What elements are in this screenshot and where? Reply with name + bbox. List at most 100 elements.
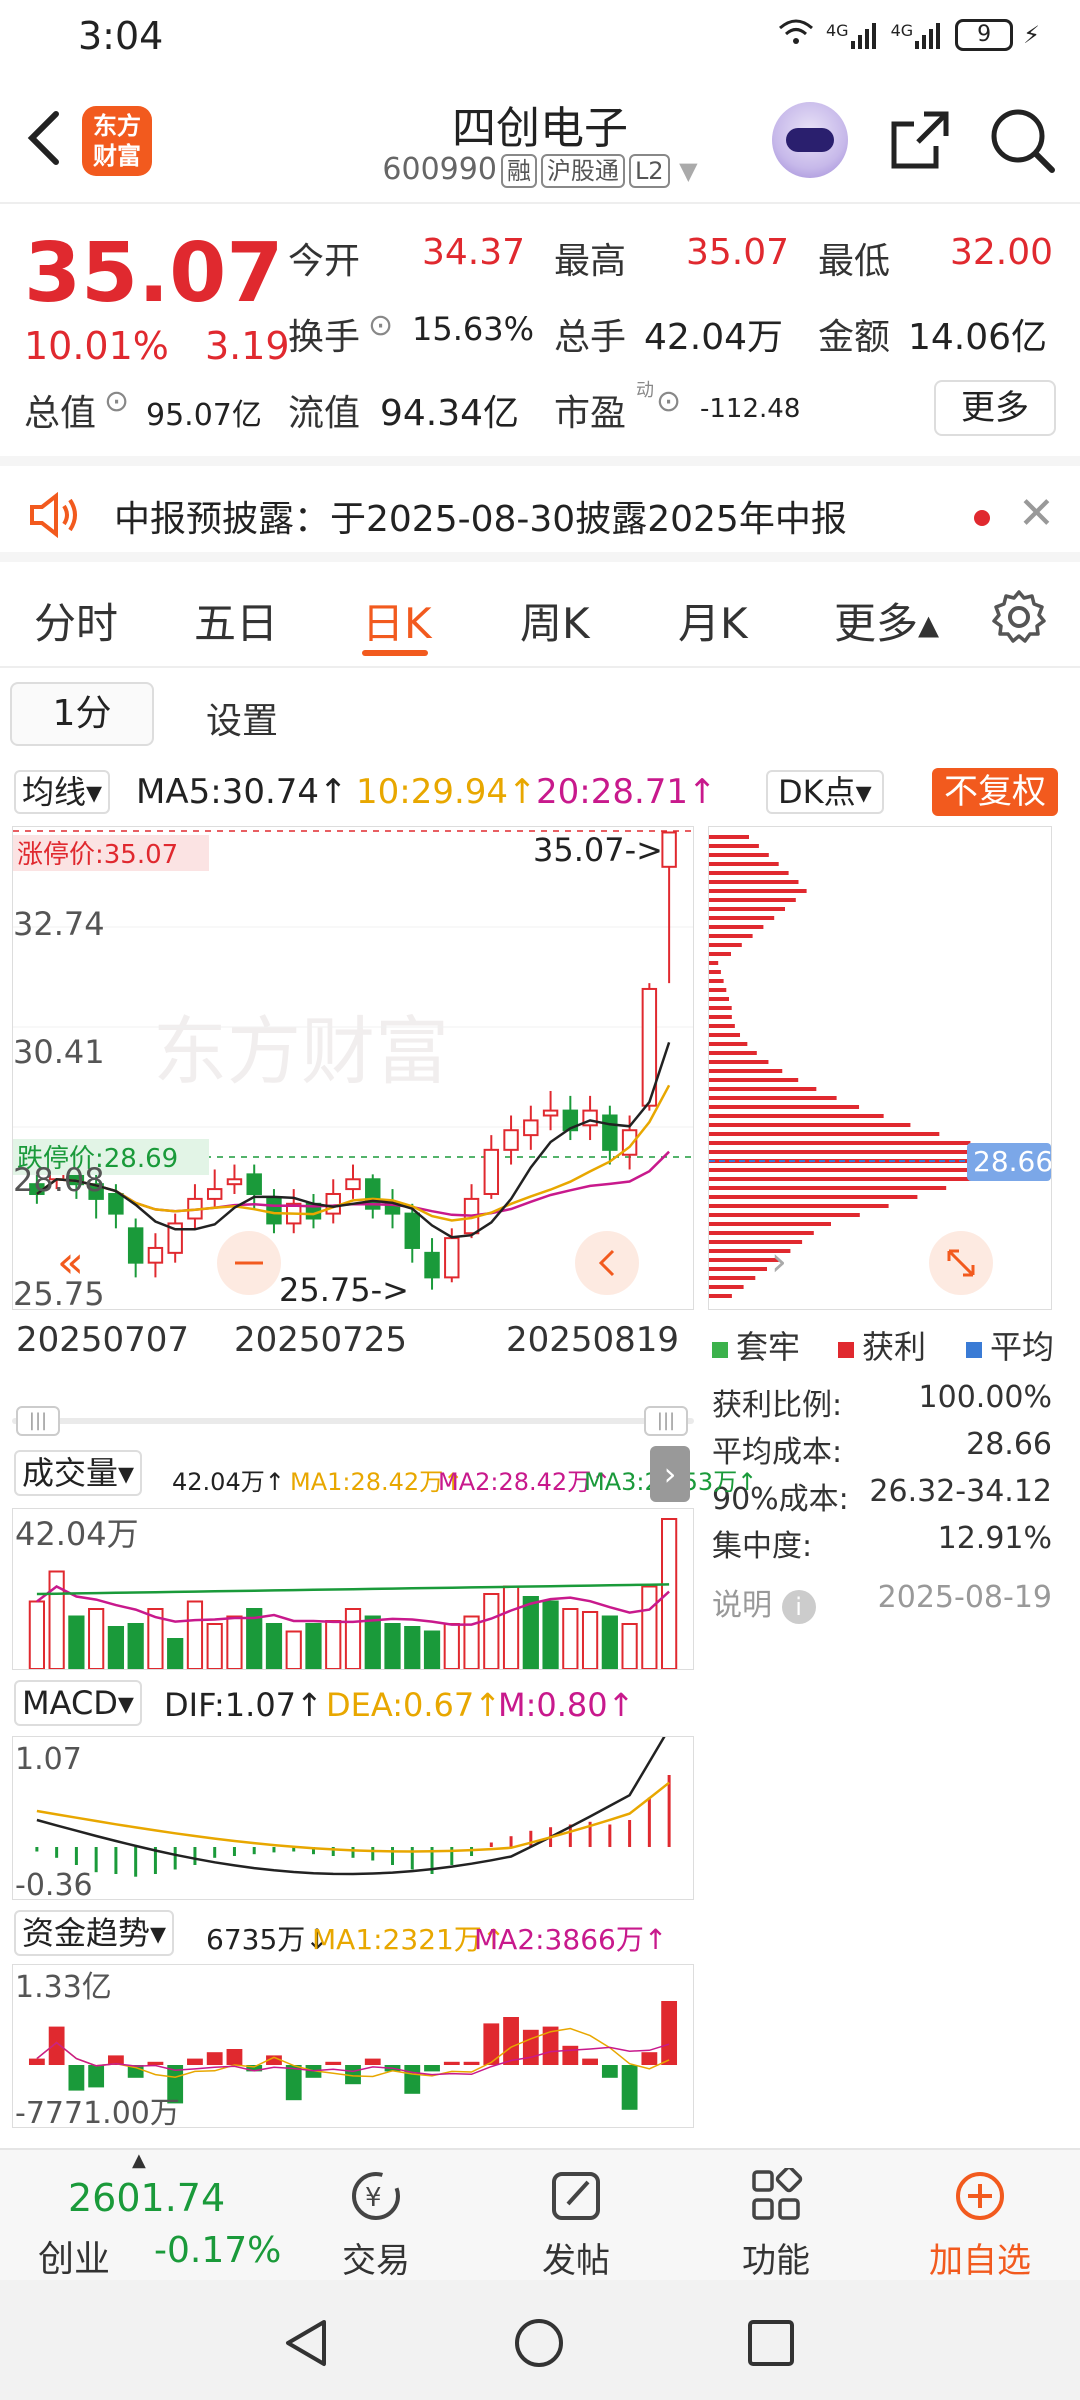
chip-bar bbox=[709, 997, 729, 1001]
chip-bar bbox=[709, 1204, 889, 1208]
info-icon[interactable]: ⊙ bbox=[368, 308, 393, 343]
chip-bar bbox=[709, 943, 742, 947]
chart-scrollbar[interactable]: ||| ||| bbox=[12, 1404, 694, 1438]
fund-svg: 1.33亿 -7771.00万 bbox=[15, 1970, 678, 2127]
fund-bar bbox=[522, 2029, 539, 2065]
average-cost-label: 28.66 bbox=[973, 1145, 1052, 1178]
index-ticker[interactable]: ▲ 2601.74 创业 -0.17% bbox=[0, 2150, 281, 2282]
tab-monthly-k[interactable]: 月K bbox=[678, 590, 748, 651]
fund-bar bbox=[285, 2065, 302, 2101]
volume-selector[interactable]: 成交量▾ bbox=[14, 1450, 143, 1496]
average-swatch bbox=[966, 1342, 982, 1358]
double-left-icon[interactable]: « bbox=[57, 1237, 84, 1288]
note-button[interactable]: 说明 i bbox=[712, 1580, 816, 1627]
scroll-track bbox=[12, 1418, 694, 1424]
active-tab-indicator bbox=[362, 650, 428, 656]
candle-body bbox=[661, 831, 677, 868]
minute-period-button[interactable]: 1分 bbox=[10, 682, 154, 746]
chip-bar bbox=[709, 1213, 860, 1217]
fund-trend-selector[interactable]: 资金趋势▾ bbox=[14, 1910, 175, 1956]
chip-bar bbox=[709, 1132, 940, 1136]
min-price-marker: 25.75-> bbox=[279, 1271, 409, 1309]
assistant-avatar[interactable] bbox=[772, 102, 848, 178]
nav-back-icon[interactable] bbox=[280, 2316, 334, 2374]
fund-bar bbox=[364, 2058, 381, 2065]
fund-trend-chart[interactable]: 1.33亿 -7771.00万 bbox=[12, 1964, 694, 2128]
pe-info-icon[interactable]: ⊙ bbox=[656, 384, 681, 419]
chip-stats: 获利比例: 100.00% 平均成本: 28.66 90%成本: 26.32-34.1… bbox=[712, 1380, 1052, 1627]
tab-more[interactable]: 更多▴ bbox=[834, 590, 939, 651]
volume-chart[interactable]: 42.04万 bbox=[12, 1508, 694, 1670]
candlestick-chart[interactable]: 东方财富 涨停价:35.07 跌停价:28.69 32.74 30.41 28.… bbox=[12, 826, 694, 1310]
nav-home-icon[interactable] bbox=[512, 2316, 566, 2374]
info-circle-icon: i bbox=[781, 1590, 816, 1624]
macd-axis-min: -0.36 bbox=[15, 1868, 93, 1900]
caret-up-icon: ▲ bbox=[132, 2150, 146, 2171]
volume-bar bbox=[443, 1623, 460, 1669]
mcap-info-icon[interactable]: ⊙ bbox=[104, 384, 129, 419]
fund-bar bbox=[582, 2058, 598, 2065]
volume-bar bbox=[384, 1623, 401, 1669]
speaker-icon bbox=[26, 490, 82, 544]
chip-bar bbox=[709, 1240, 803, 1244]
stock-code: 600990 bbox=[382, 152, 497, 187]
volume-bar bbox=[107, 1626, 125, 1669]
search-icon[interactable] bbox=[986, 104, 1058, 176]
chip-bar bbox=[709, 1042, 748, 1046]
scroll-handle-right[interactable]: ||| bbox=[644, 1406, 688, 1436]
tab-daily-k[interactable]: 日K bbox=[362, 590, 432, 651]
gear-icon[interactable] bbox=[990, 588, 1048, 650]
share-icon[interactable] bbox=[884, 104, 956, 176]
candle-body bbox=[206, 1188, 223, 1200]
add-watchlist-label: 加自选 bbox=[929, 2241, 1031, 2281]
adjust-button[interactable]: 不复权 bbox=[932, 768, 1058, 816]
volume-bar bbox=[581, 1611, 599, 1669]
volume-bar bbox=[562, 1608, 579, 1669]
chevron-right-icon[interactable]: › bbox=[771, 1239, 787, 1285]
trade-button[interactable]: ¥ 交易 bbox=[306, 2168, 446, 2282]
tab-intraday[interactable]: 分时 bbox=[34, 590, 118, 651]
add-watchlist-button[interactable]: 加自选 bbox=[910, 2168, 1050, 2282]
nav-recents-icon[interactable] bbox=[744, 2316, 798, 2374]
chip-bar bbox=[709, 925, 764, 929]
fund-bar bbox=[68, 2065, 85, 2091]
mcap-label: 总值 bbox=[24, 393, 97, 434]
volume-bar bbox=[364, 1615, 381, 1669]
chip-bar bbox=[709, 1006, 732, 1010]
edit-icon bbox=[506, 2168, 646, 2233]
tag-level2: L2 bbox=[628, 154, 670, 188]
x-date-end: 20250819 bbox=[506, 1320, 680, 1360]
functions-button[interactable]: 功能 bbox=[706, 2165, 846, 2282]
fund-bars bbox=[28, 2001, 678, 2110]
macd-selector[interactable]: MACD▾ bbox=[14, 1680, 142, 1726]
macd-svg: 1.07 -0.36 bbox=[15, 1737, 671, 1900]
macd-chart[interactable]: 1.07 -0.36 bbox=[12, 1736, 694, 1900]
scroll-handle-left[interactable]: ||| bbox=[16, 1406, 60, 1436]
grid-icon bbox=[706, 2165, 846, 2233]
dk-point-selector[interactable]: DK点▾ bbox=[766, 770, 884, 814]
dropdown-arrow-icon[interactable]: ▼ bbox=[679, 157, 697, 185]
chip-distribution[interactable]: 28.66 › bbox=[708, 826, 1052, 1310]
more-quote-button[interactable]: 更多 bbox=[934, 380, 1056, 436]
notice-text: 中报预披露：于2025-08-30披露2025年中报 bbox=[114, 499, 847, 540]
notice-banner[interactable]: 中报预披露：于2025-08-30披露2025年中报 ✕ bbox=[0, 456, 1080, 562]
fund-bar bbox=[503, 2017, 519, 2065]
legend-average-label: 平均 bbox=[990, 1328, 1055, 1366]
post-label: 发帖 bbox=[542, 2241, 610, 2281]
fund-bar bbox=[562, 2045, 579, 2065]
amount-value: 14.06亿 bbox=[908, 317, 1048, 358]
settings-button[interactable]: 设置 bbox=[206, 692, 278, 744]
expand-indicators-button[interactable]: › bbox=[650, 1446, 690, 1502]
fund-bar bbox=[463, 2061, 480, 2065]
tab-weekly-k[interactable]: 周K bbox=[520, 590, 590, 651]
charging-icon: ⚡ bbox=[1023, 21, 1040, 49]
chip-bar bbox=[709, 1069, 783, 1073]
candle-body bbox=[246, 1173, 262, 1195]
post-button[interactable]: 发帖 bbox=[506, 2168, 646, 2282]
fund-current: 6735万↓ bbox=[206, 1923, 329, 1956]
chip-bar bbox=[709, 1195, 918, 1199]
close-icon[interactable]: ✕ bbox=[1018, 488, 1055, 539]
scroll-left-button[interactable] bbox=[575, 1231, 639, 1295]
ma-selector[interactable]: 均线▾ bbox=[14, 770, 111, 814]
tab-five-day[interactable]: 五日 bbox=[194, 590, 278, 651]
